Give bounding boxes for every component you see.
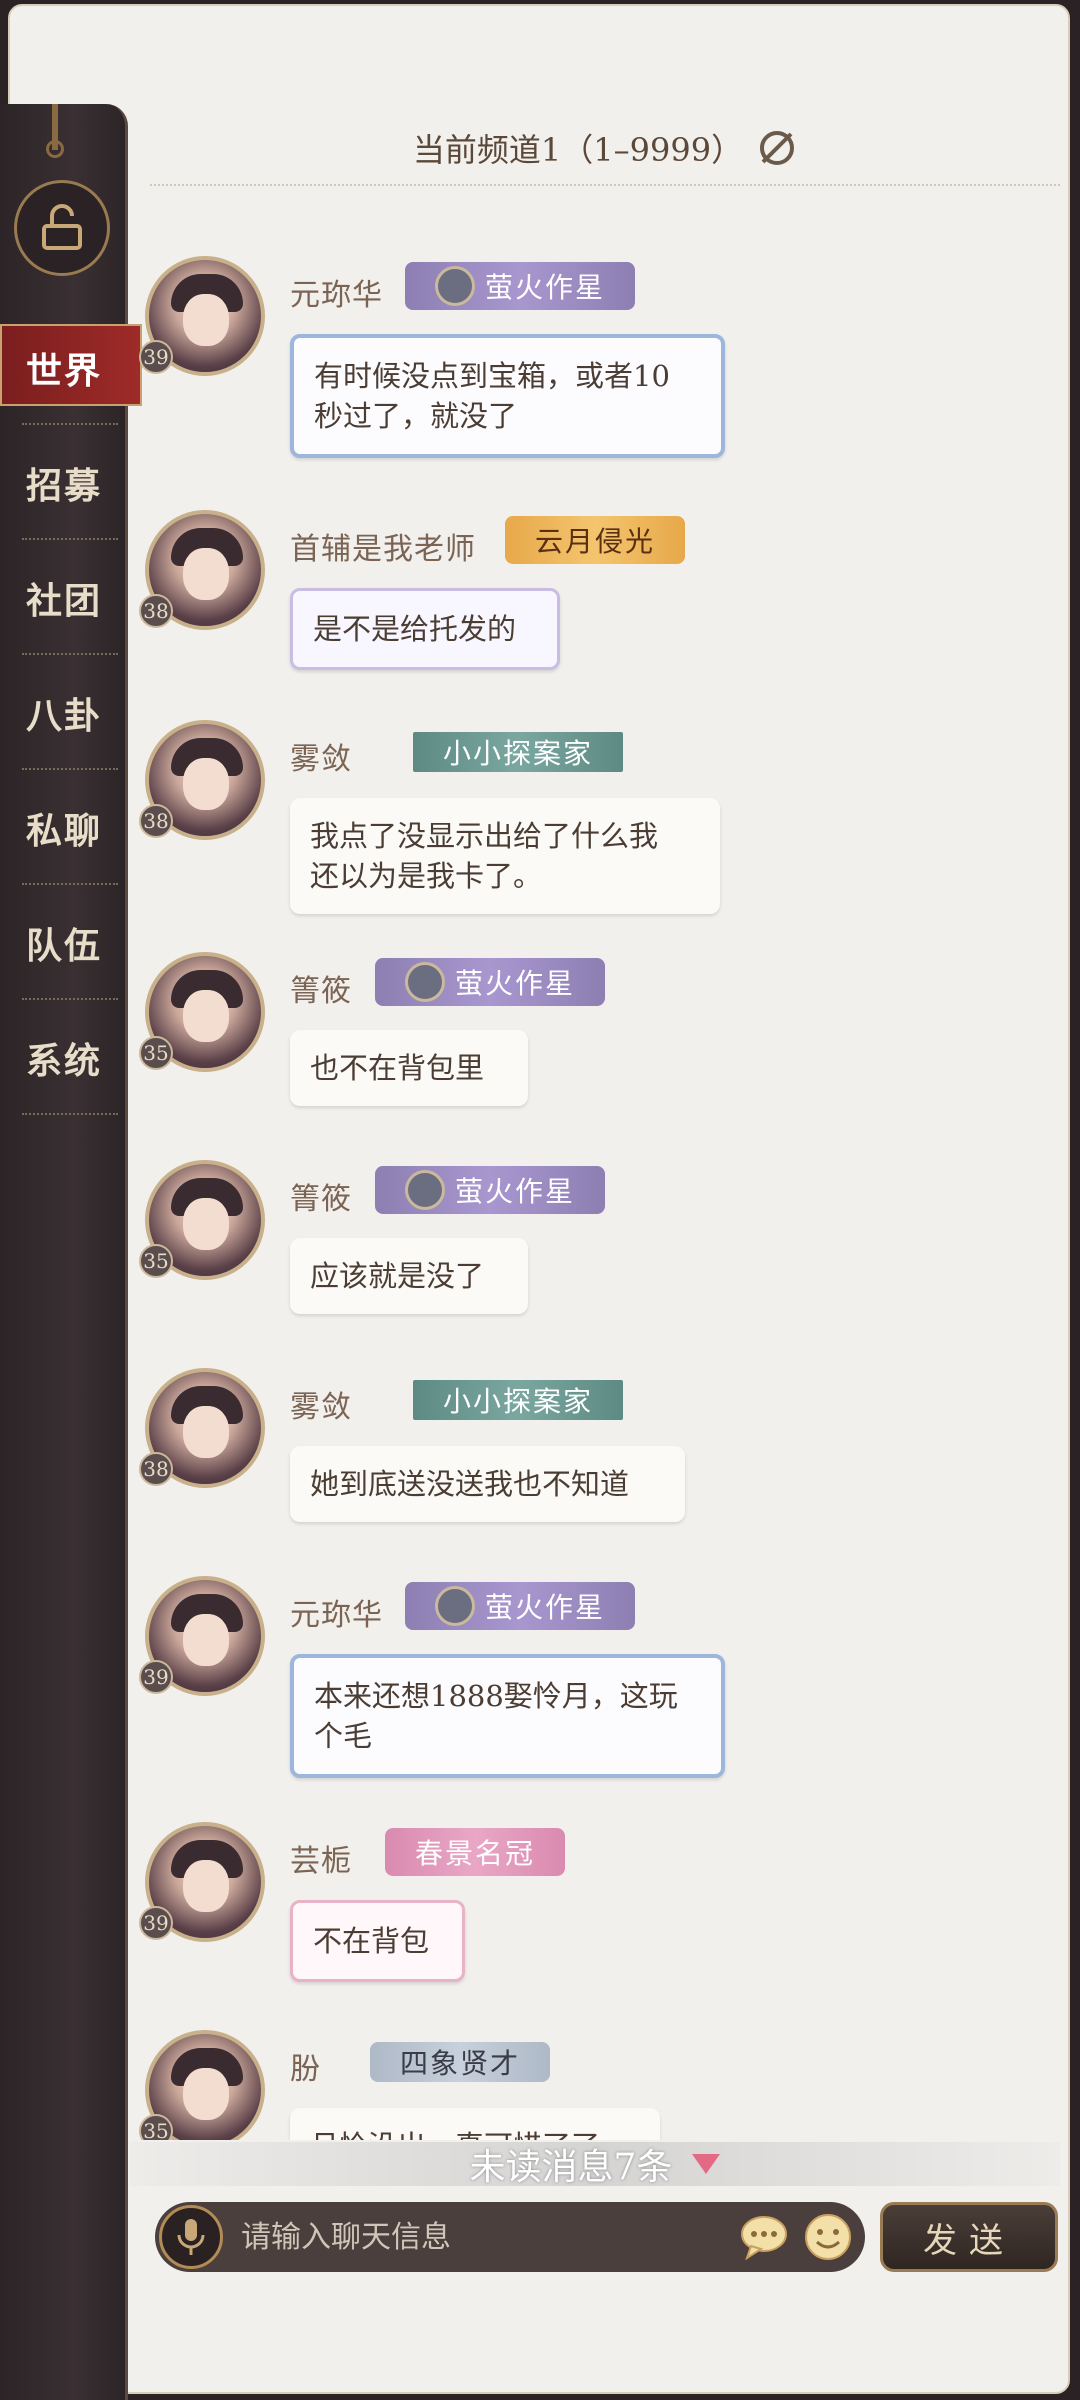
level-badge: 39: [139, 1906, 173, 1940]
channel-header: 当前频道1（1–9999）: [150, 112, 1060, 186]
tab-label: 系统: [25, 1039, 102, 1082]
emoji-icon: [805, 2214, 851, 2260]
badge-emblem-icon: [435, 1586, 475, 1626]
level-badge: 35: [139, 2114, 173, 2140]
tab-label: 社团: [25, 579, 102, 622]
title-badge: 小小探案家: [413, 732, 624, 772]
lock-icon: [42, 204, 82, 250]
channel-nav: 世界 招募 社团 八卦 私聊 队伍 系统: [0, 310, 142, 1115]
lock-button[interactable]: [14, 180, 110, 276]
message-list[interactable]: 39 元珎华 萤火作星 有时候没点到宝箱，或者10 秒过了，就没了 38 首辅是…: [135, 190, 1055, 2140]
level-badge: 39: [139, 1660, 173, 1694]
title-badge: 四象贤才: [370, 2042, 551, 2082]
tab-world[interactable]: 世界: [0, 310, 142, 425]
level-badge: 35: [139, 1036, 173, 1070]
down-arrow-icon: [692, 2154, 721, 2174]
level-badge: 38: [139, 804, 173, 838]
level-badge: 39: [139, 340, 173, 374]
message-bubble: 她到底送没送我也不知道: [290, 1446, 685, 1522]
unread-label: 未读消息7条: [469, 2147, 673, 2188]
emoji-button[interactable]: [801, 2210, 855, 2264]
microphone-button[interactable]: [159, 2205, 223, 2269]
sender-name[interactable]: 元珎华: [290, 270, 383, 314]
title-badge: 萤火作星: [405, 262, 636, 310]
message-bubble: 不在背包: [290, 1900, 465, 1982]
eye-off-icon[interactable]: [757, 128, 797, 168]
message-bubble: 有时候没点到宝箱，或者10 秒过了，就没了: [290, 334, 725, 458]
sender-name[interactable]: 箐筱: [290, 966, 352, 1010]
microphone-icon: [177, 2219, 205, 2255]
sender-name[interactable]: 元珎华: [290, 1590, 383, 1634]
unread-messages-banner[interactable]: 未读消息7条: [130, 2142, 1060, 2188]
level-badge: 38: [139, 594, 173, 628]
message-bubble: 也不在背包里: [290, 1030, 528, 1106]
badge-emblem-icon: [405, 962, 445, 1002]
message-bubble: 本来还想1888娶怜月，这玩 个毛: [290, 1654, 725, 1778]
message-bubble: 应该就是没了: [290, 1238, 528, 1314]
tab-private[interactable]: 私聊: [0, 770, 128, 885]
sender-name[interactable]: 朌: [290, 2044, 321, 2088]
tab-club[interactable]: 社团: [0, 540, 128, 655]
channel-title: 当前频道1（1–9999）: [412, 131, 744, 169]
title-badge: 云月侵光: [505, 516, 686, 564]
send-button[interactable]: 发送: [880, 2202, 1058, 2272]
sender-name[interactable]: 芸栀: [290, 1836, 352, 1880]
quick-phrase-button[interactable]: [737, 2210, 791, 2264]
badge-emblem-icon: [405, 1170, 445, 1210]
chat-input-bar: [155, 2202, 865, 2272]
tab-label: 私聊: [25, 809, 102, 852]
speech-bubble-icon: [741, 2216, 787, 2260]
title-badge: 萤火作星: [375, 1166, 606, 1214]
title-badge: 萤火作星: [405, 1582, 636, 1630]
chat-input[interactable]: [239, 2218, 737, 2256]
title-badge: 萤火作星: [375, 958, 606, 1006]
level-badge: 38: [139, 1452, 173, 1486]
sender-name[interactable]: 雾敛: [290, 1382, 352, 1426]
tab-gossip[interactable]: 八卦: [0, 655, 128, 770]
sender-name[interactable]: 雾敛: [290, 734, 352, 778]
badge-emblem-icon: [435, 266, 475, 306]
tab-label: 招募: [25, 464, 102, 507]
channel-sidebar: 世界 招募 社团 八卦 私聊 队伍 系统: [0, 104, 142, 2400]
message-bubble: 是不是给托发的: [290, 588, 560, 670]
title-badge: 春景名冠: [385, 1828, 566, 1876]
tab-label: 队伍: [25, 924, 102, 967]
level-badge: 35: [139, 1244, 173, 1278]
message-bubble: 月怜没出，真可惜了了: [290, 2108, 660, 2140]
title-badge: 小小探案家: [413, 1380, 624, 1420]
tab-team[interactable]: 队伍: [0, 885, 128, 1000]
tab-label: 世界: [25, 349, 102, 392]
tab-recruit[interactable]: 招募: [0, 425, 128, 540]
sender-name[interactable]: 首辅是我老师: [290, 524, 476, 568]
sender-name[interactable]: 箐筱: [290, 1174, 352, 1218]
sidebar-ornament-ring: [46, 140, 64, 158]
tab-label: 八卦: [25, 694, 102, 737]
message-bubble: 我点了没显示出给了什么我 还以为是我卡了。: [290, 798, 720, 914]
tab-system[interactable]: 系统: [0, 1000, 128, 1115]
